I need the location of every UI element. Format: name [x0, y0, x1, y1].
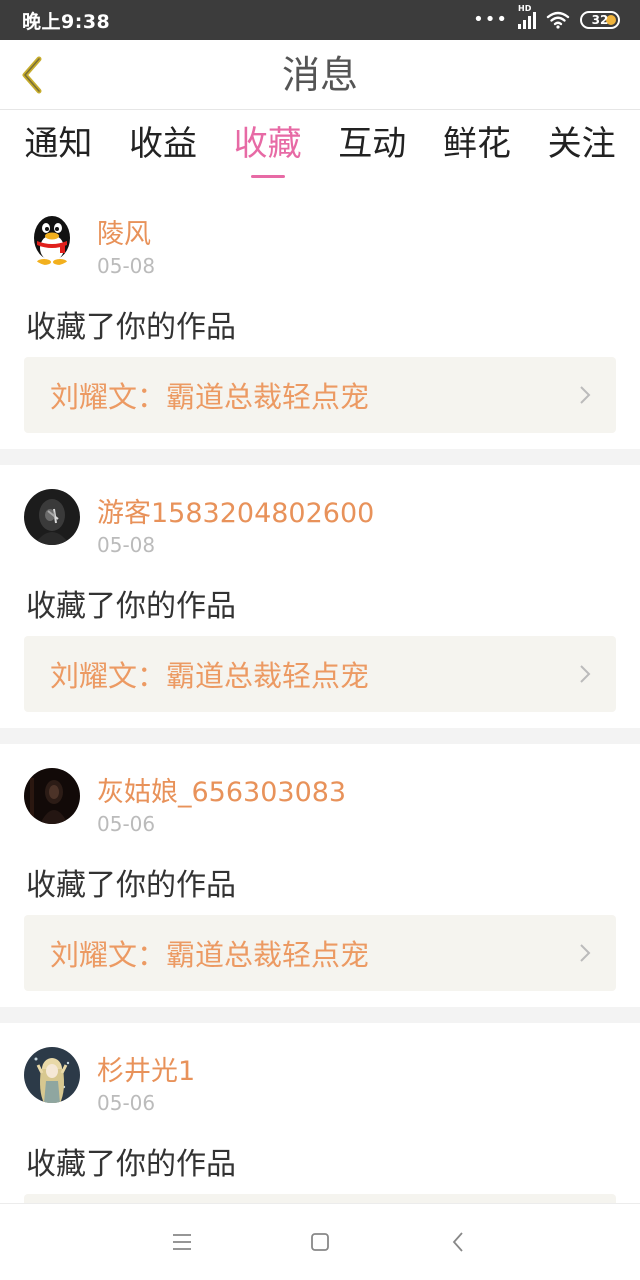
- system-back-button[interactable]: [445, 1229, 471, 1255]
- square-home-icon: [311, 1233, 329, 1251]
- battery-level: 32: [591, 13, 609, 27]
- message-card: 灰姑娘_656303083 05-06 收藏了你的作品 刘耀文：霸道总裁轻点宠: [0, 744, 640, 1007]
- chevron-right-icon: [580, 386, 591, 404]
- message-date: 05-08: [97, 533, 156, 557]
- chevron-right-icon: [580, 944, 591, 962]
- tab-earnings[interactable]: 收益: [129, 110, 197, 186]
- signal-icon: HD: [518, 4, 536, 29]
- message-date: 05-08: [97, 254, 156, 278]
- status-icons: ••• HD 32: [473, 4, 620, 30]
- message-card: 陵风 05-08 收藏了你的作品 刘耀文：霸道总裁轻点宠: [0, 186, 640, 449]
- dark-portrait-avatar[interactable]: [24, 489, 80, 545]
- message-action: 收藏了你的作品: [26, 589, 236, 624]
- work-link[interactable]: [24, 1194, 616, 1203]
- status-bar: 晚上9:38 ••• HD 32: [0, 0, 640, 40]
- dark-figure-avatar[interactable]: [24, 768, 80, 824]
- message-card: 游客1583204802600 05-08 收藏了你的作品 刘耀文：霸道总裁轻点…: [0, 465, 640, 728]
- more-dots-icon: •••: [473, 9, 508, 30]
- work-link[interactable]: 刘耀文：霸道总裁轻点宠: [24, 357, 616, 433]
- tab-label: 收藏: [233, 124, 302, 164]
- message-date: 05-06: [97, 812, 156, 836]
- tab-bar: 通知 收益 收藏 互动 鲜花 关注: [0, 110, 640, 186]
- wifi-icon: [546, 11, 570, 29]
- status-time: 晚上9:38: [22, 10, 111, 33]
- tab-favorites[interactable]: 收藏: [234, 110, 302, 186]
- work-link[interactable]: 刘耀文：霸道总裁轻点宠: [24, 915, 616, 991]
- tab-label: 鲜花: [442, 124, 511, 164]
- home-button[interactable]: [307, 1229, 333, 1255]
- message-card: 杉井光1 05-06 收藏了你的作品: [0, 1023, 640, 1203]
- chevron-right-icon: [580, 665, 591, 683]
- tab-label: 关注: [547, 124, 616, 164]
- work-title: 刘耀文：霸道总裁轻点宠: [50, 380, 370, 414]
- tab-label: 通知: [24, 124, 93, 164]
- menu-button[interactable]: [169, 1229, 195, 1255]
- signal-hd-label: HD: [518, 4, 532, 13]
- tab-interactions[interactable]: 互动: [338, 110, 406, 186]
- illustrated-girl-avatar[interactable]: [24, 1047, 80, 1103]
- username[interactable]: 游客1583204802600: [97, 491, 374, 530]
- message-action: 收藏了你的作品: [26, 868, 236, 903]
- triangle-back-icon: [452, 1232, 463, 1252]
- message-action: 收藏了你的作品: [26, 1147, 236, 1182]
- work-link[interactable]: 刘耀文：霸道总裁轻点宠: [24, 636, 616, 712]
- work-title: 刘耀文：霸道总裁轻点宠: [50, 938, 370, 972]
- message-list[interactable]: 陵风 05-08 收藏了你的作品 刘耀文：霸道总裁轻点宠 游客158320480…: [0, 186, 640, 1203]
- tab-follows[interactable]: 关注: [548, 110, 616, 186]
- message-action: 收藏了你的作品: [26, 310, 236, 345]
- header: 消息: [0, 40, 640, 110]
- active-tab-indicator: [250, 175, 285, 178]
- page-title: 消息: [281, 53, 358, 97]
- username[interactable]: 灰姑娘_656303083: [97, 770, 346, 809]
- tab-notifications[interactable]: 通知: [24, 110, 92, 186]
- penguin-avatar[interactable]: [24, 210, 80, 266]
- system-nav-bar: [0, 1203, 640, 1280]
- work-title: 刘耀文：霸道总裁轻点宠: [50, 659, 370, 693]
- menu-icon: [173, 1234, 191, 1250]
- tab-label: 收益: [128, 124, 197, 164]
- battery-icon: 32: [580, 11, 620, 29]
- message-date: 05-06: [97, 1091, 156, 1115]
- tab-flowers[interactable]: 鲜花: [443, 110, 511, 186]
- tab-label: 互动: [338, 124, 407, 164]
- username[interactable]: 陵风: [97, 212, 151, 251]
- username[interactable]: 杉井光1: [97, 1049, 195, 1088]
